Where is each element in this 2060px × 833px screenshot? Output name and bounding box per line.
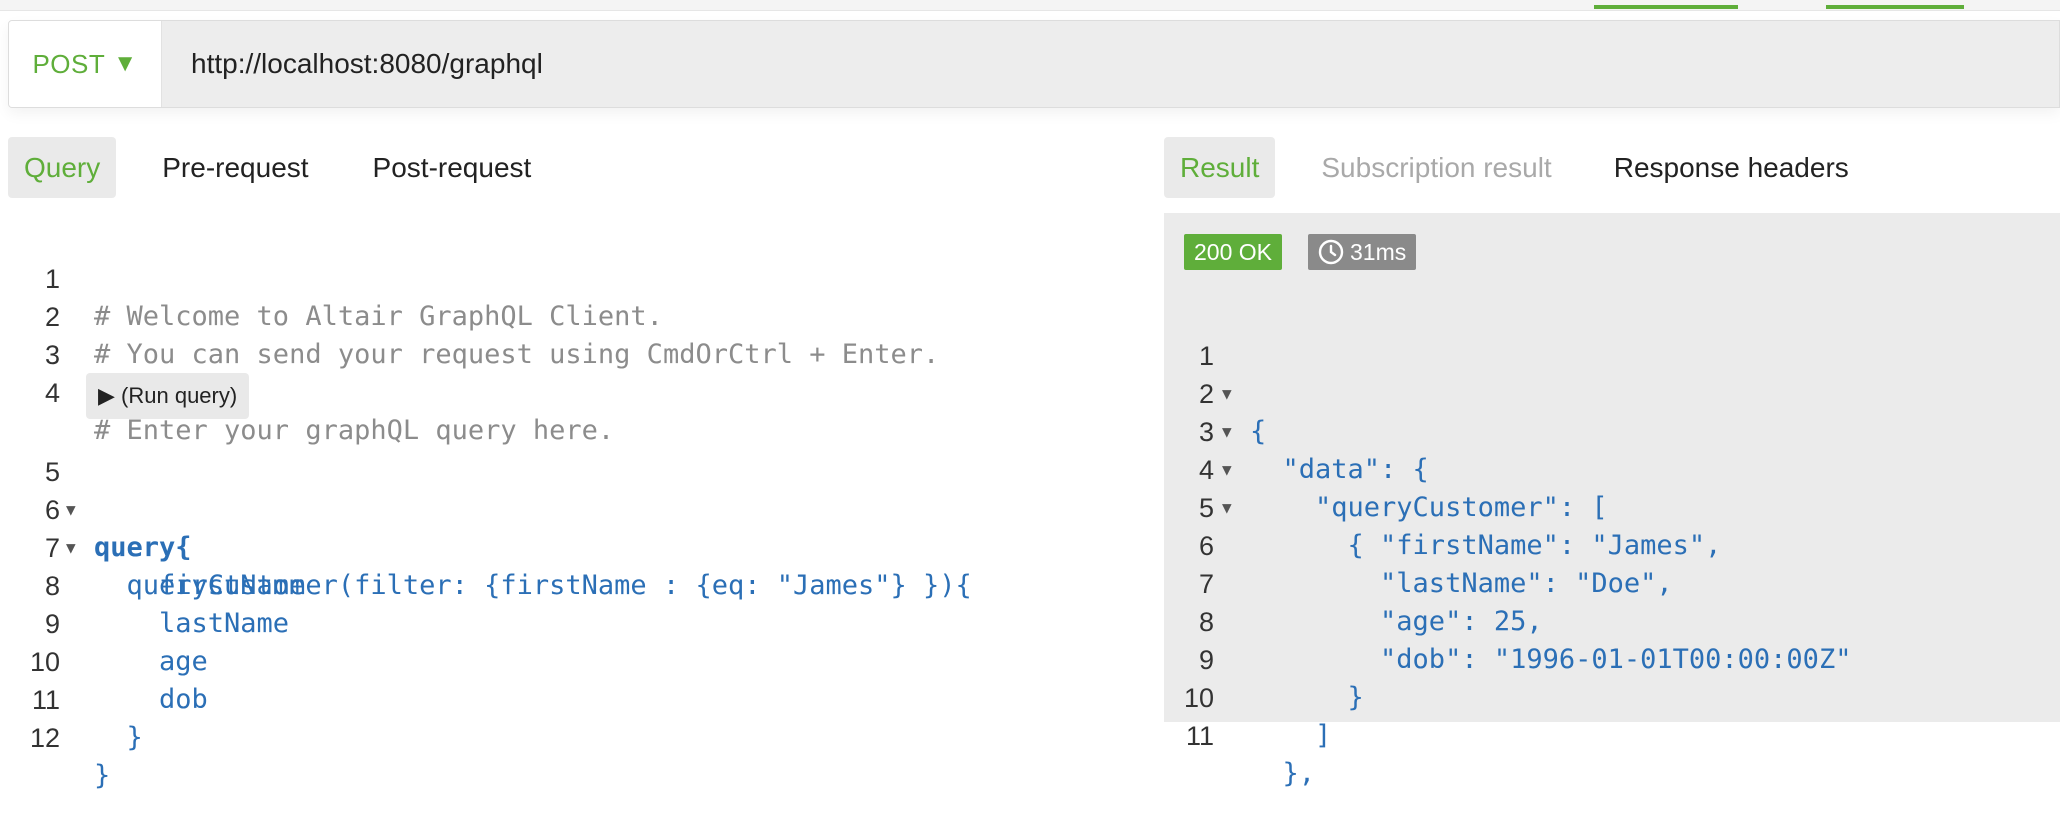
tab-pre-request[interactable]: Pre-request: [138, 137, 332, 198]
result-line: 5 "firstName": "James",: [1164, 451, 1721, 561]
editor-line: 7 firstName: [0, 491, 305, 601]
result-line: 10 ]: [1164, 641, 1331, 751]
run-query-button[interactable]: ▶ (Run query): [86, 373, 250, 419]
json-text: {: [1250, 416, 1267, 447]
editor-line: 3: [0, 298, 65, 370]
json-text: "lastName": "Doe",: [1250, 568, 1673, 599]
tab-response-headers[interactable]: Response headers: [1590, 137, 1873, 198]
result-line: 7 "age": 25,: [1164, 527, 1543, 637]
status-badge: 200 OK: [1184, 234, 1282, 270]
code-text: lastName: [94, 608, 290, 639]
json-text: ]: [1250, 720, 1332, 751]
tab-subscription-result[interactable]: Subscription result: [1297, 137, 1575, 198]
json-text: "firstName": "James",: [1250, 530, 1722, 561]
url-input[interactable]: http://localhost:8080/graphql: [191, 21, 543, 107]
json-text: "data": {: [1250, 454, 1429, 485]
editor-line: 10 dob: [0, 605, 208, 715]
code-text: # Welcome to Altair GraphQL Client.: [94, 301, 663, 332]
result-line: 2 ▼ "data": {: [1164, 337, 1429, 485]
method-label: POST: [32, 48, 106, 79]
tab-result[interactable]: Result: [1164, 137, 1276, 198]
result-line: 8 "dob": "1996-01-01T00:00:00Z": [1164, 565, 1851, 675]
fold-caret-icon[interactable]: ▼: [66, 491, 76, 529]
editor-line: 11 }: [0, 643, 143, 753]
result-line: 6 "lastName": "Doe",: [1164, 489, 1673, 599]
tab-indicator: [1826, 5, 1964, 9]
time-badge: 31ms: [1308, 234, 1417, 270]
url-bar: POST ▼ http://localhost:8080/graphql: [8, 20, 2060, 108]
tab-query[interactable]: Query: [8, 137, 117, 198]
top-strip: [0, 0, 2060, 11]
result-tabs: Result Subscription result Response head…: [1164, 137, 1873, 198]
line-number: 11: [1185, 721, 1214, 751]
tab-indicator: [1594, 5, 1738, 9]
editor-line: 6 ▼ queryCustomer(filter: {firstName : {…: [0, 453, 972, 601]
clock-icon: [1318, 239, 1344, 265]
json-text: },: [1250, 758, 1316, 789]
query-tabs: Query Pre-request Post-request: [8, 137, 555, 198]
method-selector[interactable]: POST ▼: [9, 21, 162, 107]
code-text: dob: [94, 684, 208, 715]
tab-post-request[interactable]: Post-request: [349, 137, 556, 198]
editor-line: 1 # Welcome to Altair GraphQL Client.: [0, 222, 663, 332]
editor-line: 2 # You can send your request using CmdO…: [0, 260, 939, 370]
result-line: 3 ▼ "queryCustomer": [: [1164, 375, 1608, 523]
code-text: }: [94, 722, 143, 753]
line-number: 12: [29, 723, 60, 753]
json-text: "dob": "1996-01-01T00:00:00Z": [1250, 644, 1852, 675]
result-panel: 200 OK 31ms 1 ▼ { 2 ▼ "data": { 3 ▼ "que…: [1164, 213, 2060, 789]
json-text: "queryCustomer": [: [1250, 492, 1608, 523]
json-text: "age": 25,: [1250, 606, 1543, 637]
editor-line: 9 age: [0, 567, 208, 677]
code-text: query{: [94, 532, 192, 563]
editor-line: 8 lastName: [0, 529, 289, 639]
triangle-down-icon: ▼: [113, 50, 138, 77]
code-text: age: [94, 646, 208, 677]
json-text: }: [1250, 682, 1364, 713]
result-line: 11 },: [1164, 679, 1315, 789]
editor-line: 5 ▼ query{: [0, 415, 192, 563]
line-number: 4: [44, 378, 60, 408]
result-line: 1 ▼ {: [1164, 299, 1266, 447]
result-line: 9 }: [1164, 603, 1364, 713]
editor-line: 4 # Enter your graphQL query here.: [0, 336, 614, 446]
code-text: # You can send your request using CmdOrC…: [94, 339, 940, 370]
response-time: 31ms: [1350, 239, 1407, 265]
code-text: }: [94, 760, 111, 791]
result-line: 4 ▼ {: [1164, 413, 1364, 561]
code-text: firstName: [94, 570, 306, 601]
fold-caret-icon[interactable]: ▼: [66, 529, 76, 567]
query-editor[interactable]: 1 # Welcome to Altair GraphQL Client. 2 …: [0, 222, 1160, 791]
editor-line: 12 }: [0, 681, 110, 791]
